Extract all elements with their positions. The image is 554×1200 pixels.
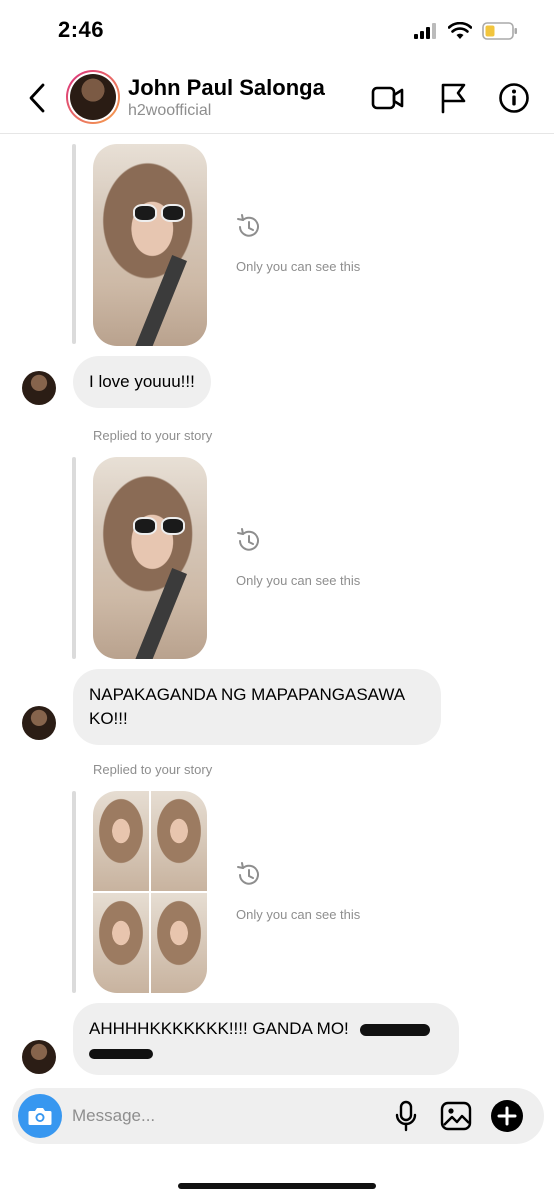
history-icon [237, 528, 259, 551]
info-icon [499, 83, 529, 113]
story-thumbnail[interactable] [93, 791, 207, 993]
redaction-mark [359, 1023, 430, 1036]
status-icons [414, 22, 518, 40]
visibility-note: Only you can see this [236, 259, 361, 274]
contact-username[interactable]: h2woofficial [128, 102, 211, 120]
reply-indicator [72, 457, 76, 659]
message-bubble[interactable]: I love youuu!!! [73, 356, 211, 408]
microphone-icon [395, 1100, 417, 1132]
wifi-icon [448, 22, 472, 39]
story-thumbnail[interactable] [93, 144, 207, 346]
gallery-button[interactable] [438, 1098, 474, 1134]
more-options-button[interactable] [489, 1098, 525, 1134]
image-icon [440, 1101, 472, 1131]
sender-avatar[interactable] [22, 1040, 56, 1074]
history-icon [237, 214, 259, 237]
story-thumbnail[interactable] [93, 457, 207, 659]
message-bubble[interactable]: AHHHHKKKKKKK!!!! GANDA MO! [73, 1003, 459, 1075]
visibility-note: Only you can see this [236, 907, 361, 922]
voice-message-button[interactable] [388, 1098, 424, 1134]
redaction-mark [89, 1048, 153, 1059]
history-icon [237, 862, 259, 885]
reply-indicator [72, 144, 76, 344]
flag-icon [441, 83, 466, 114]
reply-indicator [72, 791, 76, 993]
sender-avatar[interactable] [22, 706, 56, 740]
battery-icon [482, 22, 517, 40]
plus-circle-icon [491, 1100, 523, 1132]
contact-name[interactable]: John Paul Salonga [128, 75, 325, 101]
message-input[interactable] [72, 1102, 372, 1130]
video-call-button[interactable] [370, 80, 406, 116]
report-button[interactable] [435, 80, 471, 116]
status-bar: 2:46 [0, 0, 554, 62]
chat-header: John Paul Salonga h2woofficial [0, 62, 554, 134]
camera-icon [28, 1108, 52, 1125]
replied-to-story-label: Replied to your story [93, 428, 213, 443]
signal-icon [414, 23, 436, 39]
message-thread[interactable]: Only you can see this I love youuu!!! Re… [0, 134, 554, 1084]
replied-to-story-label: Replied to your story [93, 762, 213, 777]
sender-avatar[interactable] [22, 371, 56, 405]
message-composer [12, 1088, 544, 1144]
video-camera-icon [371, 86, 404, 110]
camera-button[interactable] [18, 1094, 62, 1138]
home-indicator [178, 1183, 376, 1189]
status-time: 2:46 [58, 17, 105, 42]
message-text: AHHHHKKKKKKK!!!! GANDA MO! [89, 1019, 349, 1038]
info-button[interactable] [496, 80, 532, 116]
profile-avatar[interactable] [66, 70, 120, 124]
visibility-note: Only you can see this [236, 573, 361, 588]
message-bubble[interactable]: NAPAKAGANDA NG MAPAPANGASAWA KO!!! [73, 669, 441, 745]
back-button[interactable] [22, 80, 52, 116]
chevron-left-icon [29, 83, 45, 113]
